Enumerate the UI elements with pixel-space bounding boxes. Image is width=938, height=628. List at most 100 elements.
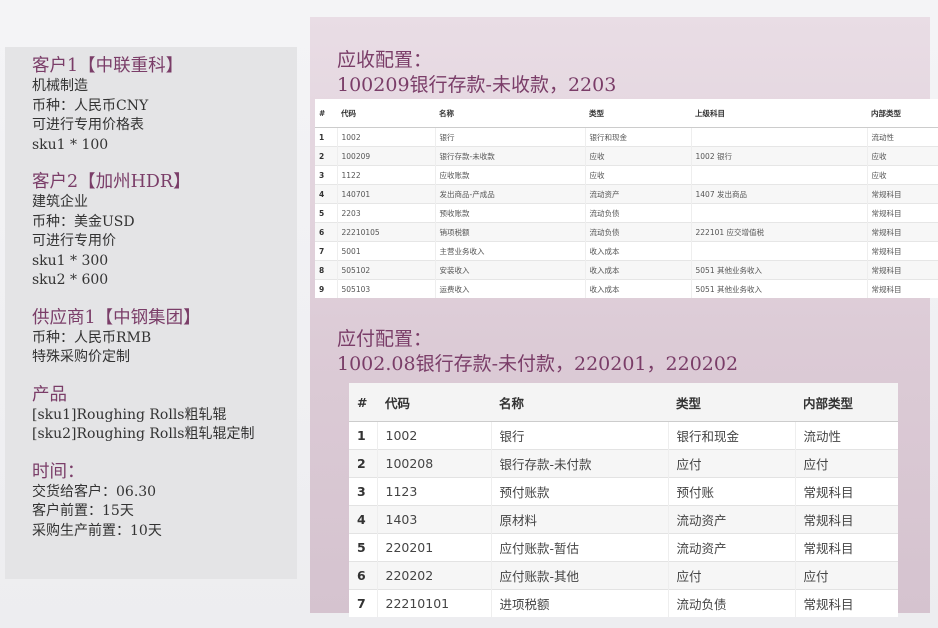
column-header[interactable]: 代码 bbox=[337, 99, 435, 128]
column-header[interactable]: 类型 bbox=[585, 99, 691, 128]
parent-account: 1002 银行 bbox=[690, 146, 867, 166]
internal-type: 流动性 bbox=[794, 421, 898, 450]
table-row[interactable]: 6 220202 应付账款-其他 应付 应付 bbox=[349, 561, 898, 590]
customer2-title: 客户2【加州HDR】 bbox=[32, 172, 191, 192]
column-header[interactable]: 名称 bbox=[435, 99, 585, 128]
table-row[interactable]: 4 1403 原材料 流动资产 常规科目 bbox=[349, 505, 898, 534]
account-type: 应付 bbox=[667, 561, 795, 590]
customer1-sku1: sku1 * 100 bbox=[32, 136, 109, 153]
table-row[interactable]: 3 1122 应收账款 应收 应收 bbox=[315, 165, 938, 185]
table-row[interactable]: 5 220201 应付账款-暂估 流动资产 常规科目 bbox=[349, 533, 898, 562]
time-purchase-lead: 采购生产前置：10天 bbox=[32, 522, 162, 539]
internal-type: 应付 bbox=[794, 561, 898, 590]
product-sku1: [sku1]Roughing Rolls粗轧辊 bbox=[32, 406, 227, 423]
row-number: 4 bbox=[315, 184, 337, 204]
account-type: 流动负债 bbox=[667, 589, 795, 617]
column-header[interactable]: # bbox=[349, 383, 377, 422]
customer2-block: 客户2【加州HDR】 建筑企业 币种：美金USD 可进行专用价 sku1 * 3… bbox=[32, 171, 297, 291]
parent-account: 5051 其他业务收入 bbox=[690, 260, 867, 280]
column-header[interactable]: # bbox=[315, 99, 337, 128]
table-row[interactable]: 1 1002 银行 银行和现金 流动性 bbox=[349, 421, 898, 450]
row-number: 3 bbox=[349, 477, 377, 506]
parent-account bbox=[690, 241, 867, 261]
product-title: 产品 bbox=[32, 384, 67, 405]
table-row[interactable]: 2 100208 银行存款-未付款 应付 应付 bbox=[349, 449, 898, 478]
account-code: 1123 bbox=[376, 477, 491, 506]
account-code: 505103 bbox=[336, 279, 435, 298]
account-name: 应付账款-其他 bbox=[490, 561, 668, 590]
product-sku2: [sku2]Roughing Rolls粗轧辊定制 bbox=[32, 426, 255, 442]
account-type: 流动资产 bbox=[667, 505, 795, 534]
table-row[interactable]: 3 1123 预付账款 预付账 常规科目 bbox=[349, 477, 898, 506]
customer1-currency: 币种：人民币CNY bbox=[32, 97, 149, 114]
account-type: 收入成本 bbox=[584, 260, 691, 280]
customer1-title: 客户1【中联重科】 bbox=[32, 56, 184, 76]
account-code: 505102 bbox=[336, 260, 435, 280]
customer2-sku1: sku1 * 300 bbox=[32, 252, 109, 269]
product-block: 产品 [sku1]Roughing Rolls粗轧辊 [sku2]Roughin… bbox=[32, 384, 297, 445]
account-name: 原材料 bbox=[490, 505, 668, 534]
column-header[interactable]: 代码 bbox=[377, 383, 491, 422]
account-code: 220202 bbox=[376, 561, 491, 590]
table-header-row: # 代码 名称 类型 内部类型 bbox=[349, 383, 898, 422]
column-header[interactable]: 内部类型 bbox=[795, 383, 898, 422]
internal-type: 常规科目 bbox=[866, 260, 938, 280]
table-row[interactable]: 6 22210105 销项税额 流动负债 222101 应交增值税 常规科目 bbox=[315, 222, 938, 242]
account-type: 流动资产 bbox=[584, 184, 691, 204]
column-header[interactable]: 内部类型 bbox=[867, 99, 938, 128]
table-row[interactable]: 5 2203 预收账款 流动负债 常规科目 bbox=[315, 203, 938, 223]
table-row[interactable]: 2 100209 银行存款-未收款 应收 1002 银行 应收 bbox=[315, 146, 938, 166]
table-row[interactable]: 7 22210101 进项税额 流动负债 常规科目 bbox=[349, 589, 898, 617]
table-row[interactable]: 8 505102 安装收入 收入成本 5051 其他业务收入 常规科目 bbox=[315, 260, 938, 280]
table-row[interactable]: 9 505103 运费收入 收入成本 5051 其他业务收入 常规科目 bbox=[315, 279, 938, 298]
internal-type: 应收 bbox=[866, 146, 938, 166]
table-row[interactable]: 1 1002 银行 银行和现金 流动性 bbox=[315, 127, 938, 147]
account-type: 流动资产 bbox=[667, 533, 795, 562]
account-code: 22210101 bbox=[376, 589, 491, 617]
time-delivery: 交货给客户：06.30 bbox=[32, 483, 157, 500]
internal-type: 常规科目 bbox=[794, 505, 898, 534]
supplier1-currency: 币种：人民币RMB bbox=[32, 329, 152, 346]
internal-type: 常规科目 bbox=[866, 184, 938, 204]
account-type: 收入成本 bbox=[584, 241, 691, 261]
receivable-subtitle: 100209银行存款-未收款，2203 bbox=[337, 74, 617, 96]
parent-account bbox=[690, 165, 867, 185]
receivable-title: 应收配置： bbox=[337, 49, 433, 71]
account-name: 应收账款 bbox=[434, 165, 585, 185]
account-code: 22210105 bbox=[336, 222, 435, 242]
account-name: 运费收入 bbox=[434, 279, 585, 298]
table-row[interactable]: 4 140701 发出商品-产成品 流动资产 1407 发出商品 常规科目 bbox=[315, 184, 938, 204]
account-name: 发出商品-产成品 bbox=[434, 184, 585, 204]
row-number: 1 bbox=[315, 127, 337, 147]
config-notes-panel: 客户1【中联重科】 机械制造 币种：人民币CNY 可进行专用价格表 sku1 *… bbox=[5, 47, 297, 579]
account-code: 2203 bbox=[336, 203, 435, 223]
account-code: 1002 bbox=[376, 421, 491, 450]
account-type: 银行和现金 bbox=[584, 127, 691, 147]
row-number: 9 bbox=[315, 279, 337, 298]
internal-type: 常规科目 bbox=[866, 241, 938, 261]
table-row[interactable]: 7 5001 主营业务收入 收入成本 常规科目 bbox=[315, 241, 938, 261]
account-type: 银行和现金 bbox=[667, 421, 795, 450]
customer2-industry: 建筑企业 bbox=[32, 194, 88, 210]
column-header[interactable]: 名称 bbox=[491, 383, 668, 422]
supplier1-title: 供应商1【中钢集团】 bbox=[32, 307, 201, 328]
account-type: 流动负债 bbox=[584, 203, 691, 223]
customer1-industry: 机械制造 bbox=[32, 78, 88, 94]
customer1-pricelist: 可进行专用价格表 bbox=[32, 117, 144, 133]
internal-type: 常规科目 bbox=[866, 279, 938, 298]
customer1-block: 客户1【中联重科】 机械制造 币种：人民币CNY 可进行专用价格表 sku1 *… bbox=[32, 55, 297, 155]
column-header[interactable]: 类型 bbox=[668, 383, 795, 422]
internal-type: 应付 bbox=[794, 449, 898, 478]
parent-account bbox=[690, 203, 867, 223]
row-number: 6 bbox=[315, 222, 337, 242]
account-code: 1122 bbox=[336, 165, 435, 185]
row-number: 4 bbox=[349, 505, 377, 534]
payable-title: 应付配置： bbox=[337, 328, 433, 350]
account-config-panel: 应收配置： 100209银行存款-未收款，2203 # 代码 名称 类型 上级科… bbox=[310, 17, 938, 617]
receivable-accounts-table: # 代码 名称 类型 上级科目 内部类型 1 1002 银行 银行和现金 流动性… bbox=[315, 99, 938, 298]
account-code: 100208 bbox=[376, 449, 491, 478]
account-type: 收入成本 bbox=[584, 279, 691, 298]
column-header[interactable]: 上级科目 bbox=[691, 99, 867, 128]
account-code: 1002 bbox=[336, 127, 435, 147]
account-name: 主营业务收入 bbox=[434, 241, 585, 261]
